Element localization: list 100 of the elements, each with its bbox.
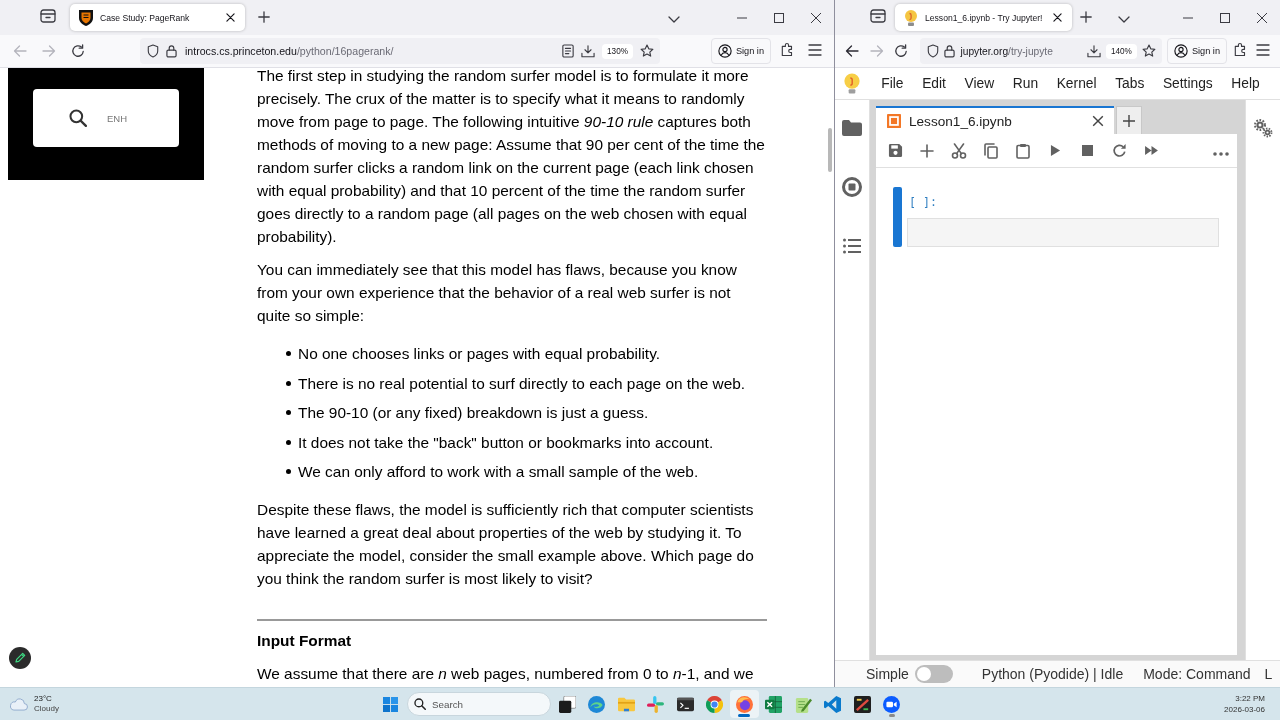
weather-condition[interactable]: Cloudy: [34, 704, 59, 715]
menu-item[interactable]: Settings: [1153, 76, 1223, 91]
address-bar[interactable]: introcs.cs.princeton.edu/python/16pagerank/ 130%: [140, 38, 660, 64]
bullet-icon: [285, 380, 291, 386]
list-item: We can only afford to work with a small sample of the web.: [298, 462, 699, 482]
temperature-text[interactable]: 23°C: [34, 693, 59, 704]
menu-item[interactable]: Kernel: [1047, 76, 1106, 91]
ring-icon[interactable]: [706, 695, 724, 713]
plus-icon[interactable]: [1080, 10, 1092, 23]
clock-time[interactable]: 3:22 PM: [1235, 693, 1265, 704]
menu-icon[interactable]: [808, 44, 822, 56]
restart-icon[interactable]: [1111, 143, 1127, 158]
save-icon[interactable]: [887, 143, 903, 158]
zoom-level-button[interactable]: 140%: [1105, 43, 1137, 59]
search-field[interactable]: ENH: [33, 89, 179, 147]
menu-item[interactable]: Run: [1003, 76, 1048, 91]
gears-icon[interactable]: [1253, 117, 1273, 138]
copy-icon[interactable]: [984, 142, 998, 159]
close-icon[interactable]: [226, 13, 235, 22]
pencil-icon[interactable]: [9, 647, 31, 669]
reader-view-icon[interactable]: [562, 44, 575, 58]
search-field[interactable]: Search: [407, 692, 551, 716]
menu-item[interactable]: Edit: [912, 76, 956, 91]
cell-selection-bar[interactable]: [893, 187, 902, 247]
menu-item[interactable]: Tabs: [1105, 76, 1154, 91]
close-icon[interactable]: [1053, 13, 1062, 22]
paste-icon[interactable]: [1016, 142, 1030, 159]
task-view-icon[interactable]: [558, 695, 576, 713]
fast-forward-icon[interactable]: [1143, 145, 1159, 156]
bulb-icon: [904, 9, 918, 26]
menu-item[interactable]: File: [872, 76, 913, 91]
shield-icon[interactable]: [926, 44, 939, 58]
bullet-icon: [285, 469, 291, 474]
paragraph: We assume that there are n web pages, numbered from 0 to n-1, and we: [257, 664, 755, 684]
tab-list-icon[interactable]: [40, 7, 56, 24]
bulb-icon[interactable]: [843, 73, 861, 94]
stop-icon[interactable]: [1081, 145, 1093, 156]
flame-globe-icon[interactable]: [735, 695, 753, 713]
scrollbar-thumb[interactable]: [828, 128, 832, 172]
close-icon[interactable]: [1092, 115, 1104, 127]
close-icon[interactable]: [1256, 12, 1267, 23]
video-camera-icon[interactable]: [883, 695, 901, 713]
stop-circle-icon[interactable]: [842, 176, 862, 197]
lock-icon[interactable]: [943, 44, 955, 58]
menu-item[interactable]: Help: [1222, 76, 1270, 91]
star-icon[interactable]: [640, 44, 654, 58]
notebook-tab[interactable]: Lesson1_6.ipynb: [876, 106, 1114, 134]
browser-tab[interactable]: Case Study: PageRank: [70, 4, 245, 31]
maximize-icon[interactable]: [773, 12, 784, 23]
list-item: No one chooses links or pages with equal probability.: [298, 344, 660, 364]
close-icon[interactable]: [810, 12, 821, 23]
chevron-down-icon[interactable]: [1118, 15, 1130, 23]
download-icon[interactable]: [581, 44, 596, 58]
plus-icon[interactable]: [258, 10, 270, 23]
toggle-switch[interactable]: [914, 665, 953, 683]
chevron-down-icon[interactable]: [668, 15, 680, 23]
folder-icon[interactable]: [617, 695, 635, 713]
bullet-icon: [285, 410, 291, 415]
notebook-icon: [887, 114, 901, 128]
kernel-status[interactable]: Python (Pyodide) | Idle: [981, 666, 1124, 682]
maximize-icon[interactable]: [1219, 12, 1230, 23]
url-text: introcs.cs.princeton.edu/python/16pagerank/: [185, 45, 394, 57]
swirl-icon[interactable]: [588, 695, 606, 713]
sign-in-button[interactable]: Sign in: [710, 38, 771, 64]
notepad-icon[interactable]: [794, 695, 812, 713]
reload-icon[interactable]: [70, 44, 85, 58]
pinwheel-icon[interactable]: [647, 695, 665, 713]
clock-date[interactable]: 2026-03-06: [1224, 704, 1265, 715]
back-icon[interactable]: [845, 45, 860, 57]
shield-icon[interactable]: [147, 44, 159, 58]
puzzle-icon[interactable]: [1234, 42, 1248, 56]
folder-icon[interactable]: [842, 119, 862, 136]
window-icon[interactable]: [853, 695, 871, 713]
sign-in-button[interactable]: Sign in: [1166, 38, 1227, 64]
start-icon[interactable]: [382, 696, 398, 712]
lock-icon[interactable]: [166, 44, 177, 58]
zoom-level-button[interactable]: 130%: [602, 43, 633, 59]
menu-item[interactable]: View: [955, 76, 1004, 91]
minimize-icon[interactable]: [1182, 16, 1193, 19]
status-text: L: [1264, 666, 1273, 682]
browser-tab[interactable]: Lesson1_6.ipynb - Try Jupyter!: [895, 4, 1072, 31]
menu-icon[interactable]: [1256, 44, 1270, 56]
spreadsheet-icon[interactable]: [765, 695, 783, 713]
address-bar[interactable]: jupyter.org/try-jupyte 140%: [919, 38, 1162, 64]
code-input-field[interactable]: [907, 218, 1219, 247]
terminal-icon[interactable]: [676, 695, 694, 713]
account-icon: [1173, 44, 1188, 58]
download-icon[interactable]: [1086, 44, 1101, 58]
plus-icon[interactable]: [920, 143, 934, 158]
star-icon[interactable]: [1141, 44, 1156, 58]
run-icon[interactable]: [1049, 144, 1061, 157]
more-icon[interactable]: [1213, 151, 1229, 156]
reload-icon[interactable]: [894, 44, 909, 58]
list-icon[interactable]: [843, 237, 861, 254]
puzzle-icon[interactable]: [781, 42, 795, 56]
minimize-icon[interactable]: [736, 16, 747, 19]
code-editor-icon[interactable]: [824, 695, 842, 713]
add-tab-button[interactable]: [1116, 106, 1142, 134]
cut-icon[interactable]: [951, 142, 967, 159]
tab-list-icon[interactable]: [870, 7, 886, 24]
